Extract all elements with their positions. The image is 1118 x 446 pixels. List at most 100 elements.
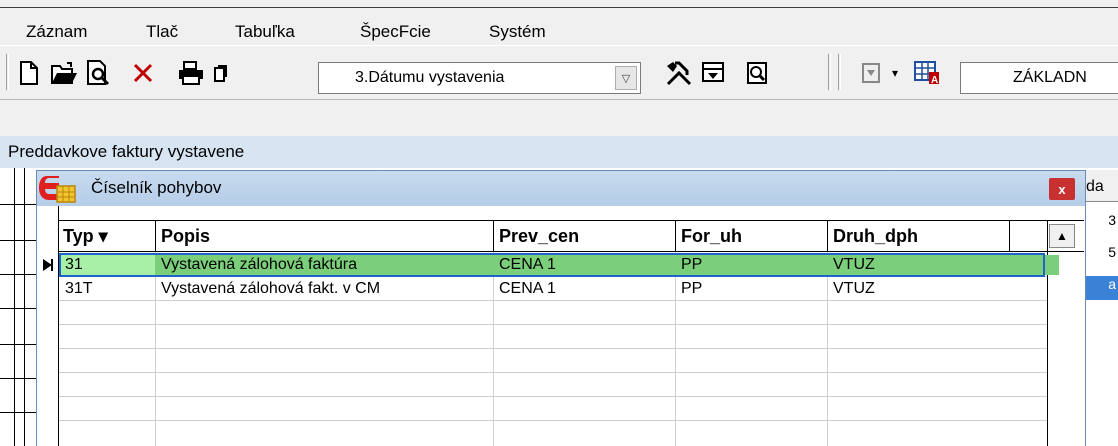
cell-typ[interactable]: 31T	[61, 280, 93, 298]
header-divider	[493, 220, 494, 252]
cell-druh-dph[interactable]: VTUZ	[829, 256, 875, 274]
header-divider	[1009, 220, 1010, 252]
cell-prev-cen[interactable]: CENA 1	[495, 280, 556, 298]
new-document-icon	[20, 61, 38, 85]
grid-line	[675, 252, 676, 446]
dialog-titlebar[interactable]: Číselník pohybov x	[37, 171, 1085, 206]
grid-line	[59, 348, 1047, 349]
menu-zaznam[interactable]: Záznam	[26, 22, 87, 42]
cell-popis[interactable]: Vystavená zálohová fakt. v CM	[157, 280, 380, 298]
print-button[interactable]	[176, 58, 206, 88]
scroll-up-button[interactable]: ▲	[1049, 224, 1075, 248]
tools-button[interactable]	[664, 58, 694, 88]
view-value: ZÁKLADN	[1013, 69, 1087, 86]
toolbar-separator	[828, 54, 831, 90]
background-cell: 3	[1108, 212, 1116, 228]
header-divider	[155, 220, 156, 252]
column-header-popis[interactable]: Popis	[157, 221, 493, 251]
table-format-button[interactable]: A	[912, 58, 942, 88]
open-folder-icon	[51, 62, 77, 84]
codebook-grid: Typ ▾ Popis Prev_cen For_uh Druh_dph 31 …	[37, 206, 1085, 446]
copy-icon	[214, 65, 227, 82]
background-column-header-label: da	[1086, 178, 1104, 195]
cell-for-uh[interactable]: PP	[677, 280, 702, 298]
cell-druh-dph[interactable]: VTUZ	[829, 280, 875, 298]
grid-line	[155, 252, 156, 446]
column-header-prev-cen[interactable]: Prev_cen	[495, 221, 675, 251]
column-header-typ[interactable]: Typ ▾	[59, 221, 155, 251]
cell-popis[interactable]: Vystavená zálohová faktúra	[157, 256, 357, 274]
bg-grid-line	[0, 378, 36, 379]
tools-icon	[666, 61, 692, 86]
background-right-column	[1084, 168, 1118, 446]
bg-grid-line	[0, 344, 36, 345]
bg-grid-line	[0, 412, 36, 413]
cell-typ[interactable]: 31	[61, 256, 83, 274]
toolbar-grip-2	[838, 54, 841, 90]
toolbar-grip	[6, 54, 9, 90]
grid-line	[59, 420, 1047, 421]
grid-line	[59, 372, 1047, 373]
header-divider	[827, 220, 828, 252]
search-document-button[interactable]	[742, 58, 772, 88]
form-button[interactable]	[698, 58, 728, 88]
background-cell-selected: a	[1084, 276, 1118, 300]
menu-tlac[interactable]: Tlač	[146, 22, 178, 42]
copy-button[interactable]	[206, 58, 236, 88]
header-divider	[675, 220, 676, 252]
bg-grid-line	[0, 308, 36, 309]
close-button[interactable]: x	[1049, 178, 1075, 200]
app-logo-icon	[39, 176, 76, 203]
export-icon	[862, 63, 880, 83]
cell-for-uh[interactable]: PP	[677, 256, 702, 274]
column-header-druh-dph[interactable]: Druh_dph	[829, 221, 1009, 251]
grid-header-row: Typ ▾ Popis Prev_cen For_uh Druh_dph	[59, 220, 1084, 252]
selected-row-overflow	[1045, 255, 1059, 275]
menu-specfcie[interactable]: ŠpecFcie	[360, 22, 431, 42]
row-selector-column	[37, 206, 59, 446]
delete-icon	[133, 63, 153, 83]
movement-codebook-dialog: Číselník pohybov x Typ ▾ Popis Prev_cen …	[36, 170, 1086, 446]
search-document-icon	[747, 62, 767, 84]
cell-prev-cen[interactable]: CENA 1	[495, 256, 556, 274]
top-border	[0, 0, 1118, 8]
grid-line	[59, 300, 1047, 301]
printer-icon	[179, 61, 203, 85]
view-select[interactable]: ZÁKLADN	[960, 62, 1118, 94]
export-dropdown[interactable]: ▾	[880, 58, 910, 88]
chevron-down-icon[interactable]: ▽	[615, 66, 637, 90]
grid-line	[493, 252, 494, 446]
background-column-header: da	[1084, 170, 1118, 202]
current-row-pointer-icon	[43, 259, 53, 271]
open-folder-button[interactable]	[50, 58, 80, 88]
grid-line	[827, 252, 828, 446]
bg-grid-line	[0, 274, 36, 275]
menu-system[interactable]: Systém	[489, 22, 546, 42]
grid-line	[59, 396, 1047, 397]
preview-icon	[87, 60, 110, 86]
bg-grid-line	[0, 240, 36, 241]
bg-grid-line	[0, 204, 36, 205]
bg-grid-line	[14, 168, 15, 446]
menu-tabulka[interactable]: Tabuľka	[235, 22, 295, 42]
dropdown-arrow-icon: ▾	[891, 66, 899, 80]
sort-order-value: 3.Dátumu vystavenia	[355, 69, 505, 86]
svg-text:A: A	[931, 75, 938, 86]
delete-button[interactable]	[128, 58, 158, 88]
main-window-title: Preddavkove faktury vystavene	[8, 142, 245, 161]
preview-button[interactable]	[84, 58, 114, 88]
dialog-title: Číselník pohybov	[91, 178, 222, 197]
sort-order-select[interactable]: 3.Dátumu vystavenia ▽	[318, 62, 641, 94]
app-window: Záznam Tlač Tabuľka ŠpecFcie Systém 3.Dá…	[0, 0, 1118, 446]
scrollbar-divider	[1047, 220, 1048, 446]
new-document-button[interactable]	[14, 58, 44, 88]
column-header-for-uh[interactable]: For_uh	[677, 221, 827, 251]
form-icon	[702, 62, 724, 82]
menu-bar: Záznam Tlač Tabuľka ŠpecFcie Systém	[0, 8, 1118, 41]
main-window-titlebar: Preddavkove faktury vystavene	[0, 136, 1118, 168]
toolbar: 3.Dátumu vystavenia ▽ ▾ A ZÁKLADN	[0, 45, 1118, 100]
grid-line	[59, 324, 1047, 325]
table-format-icon: A	[914, 61, 939, 86]
background-cell: 5	[1108, 244, 1116, 260]
bg-grid-line	[24, 168, 25, 446]
